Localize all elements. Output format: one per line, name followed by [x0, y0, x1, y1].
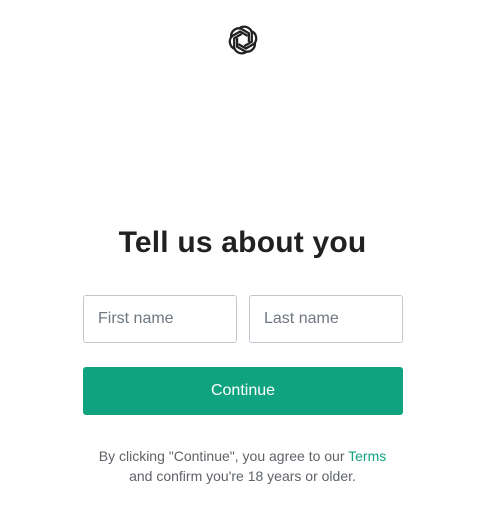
legal-notice: By clicking "Continue", you agree to our… [0, 446, 485, 486]
terms-link[interactable]: Terms [348, 448, 386, 464]
continue-button[interactable]: Continue [83, 367, 403, 415]
legal-line-1: By clicking "Continue", you agree to our… [0, 446, 485, 466]
legal-line-2: and confirm you're 18 years or older. [129, 468, 356, 484]
last-name-input[interactable] [249, 295, 403, 343]
first-name-input[interactable] [83, 295, 237, 343]
openai-logo-icon [226, 23, 260, 57]
legal-prefix-text: By clicking "Continue", you agree to our [98, 448, 349, 464]
page-title: Tell us about you [118, 226, 367, 259]
